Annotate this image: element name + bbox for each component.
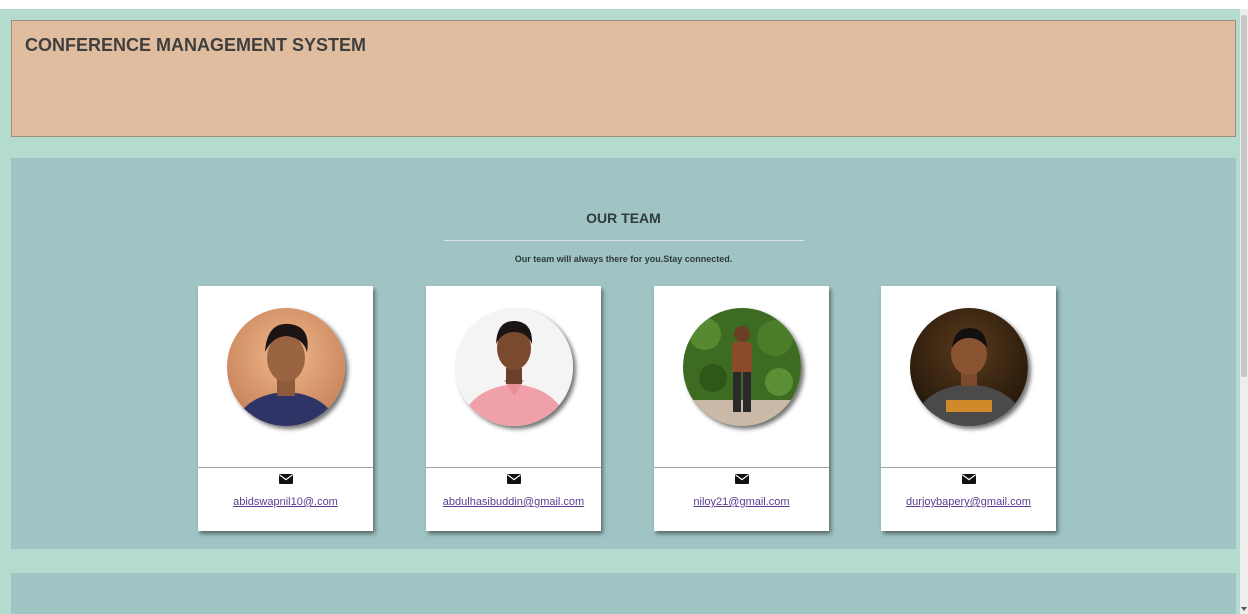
scrollbar-thumb[interactable] bbox=[1241, 15, 1247, 377]
next-section bbox=[11, 573, 1236, 614]
envelope-icon bbox=[735, 474, 749, 484]
card-divider bbox=[198, 467, 373, 468]
avatar bbox=[910, 308, 1028, 426]
envelope-icon bbox=[962, 474, 976, 484]
vertical-scrollbar[interactable] bbox=[1240, 9, 1248, 614]
member-email-link[interactable]: durjoybapery@gmail.com bbox=[881, 496, 1056, 508]
site-header: CONFERENCE MANAGEMENT SYSTEM bbox=[11, 20, 1236, 137]
card-divider bbox=[426, 467, 601, 468]
team-section-subtitle: Our team will always there for you.Stay … bbox=[514, 254, 733, 264]
site-title: CONFERENCE MANAGEMENT SYSTEM bbox=[25, 35, 367, 55]
section-divider bbox=[444, 240, 804, 241]
avatar bbox=[683, 308, 801, 426]
envelope-icon bbox=[507, 474, 521, 484]
top-strip bbox=[0, 0, 1248, 9]
scroll-down-arrow-icon[interactable] bbox=[1241, 607, 1247, 611]
card-divider bbox=[654, 467, 829, 468]
team-member-card: abdulhasibuddin@gmail.com bbox=[426, 286, 601, 531]
member-email-link[interactable]: abidswapnil10@.com bbox=[198, 496, 373, 508]
member-email-link[interactable]: niloy21@gmail.com bbox=[654, 496, 829, 508]
team-member-card: abidswapnil10@.com bbox=[198, 286, 373, 531]
team-member-card: durjoybapery@gmail.com bbox=[881, 286, 1056, 531]
team-section-title: OUR TEAM bbox=[586, 210, 661, 226]
card-divider bbox=[881, 467, 1056, 468]
team-section: OUR TEAM Our team will always there for … bbox=[11, 158, 1236, 549]
avatar bbox=[455, 308, 573, 426]
member-email-link[interactable]: abdulhasibuddin@gmail.com bbox=[426, 496, 601, 508]
envelope-icon bbox=[279, 474, 293, 484]
avatar bbox=[227, 308, 345, 426]
team-member-card: niloy21@gmail.com bbox=[654, 286, 829, 531]
